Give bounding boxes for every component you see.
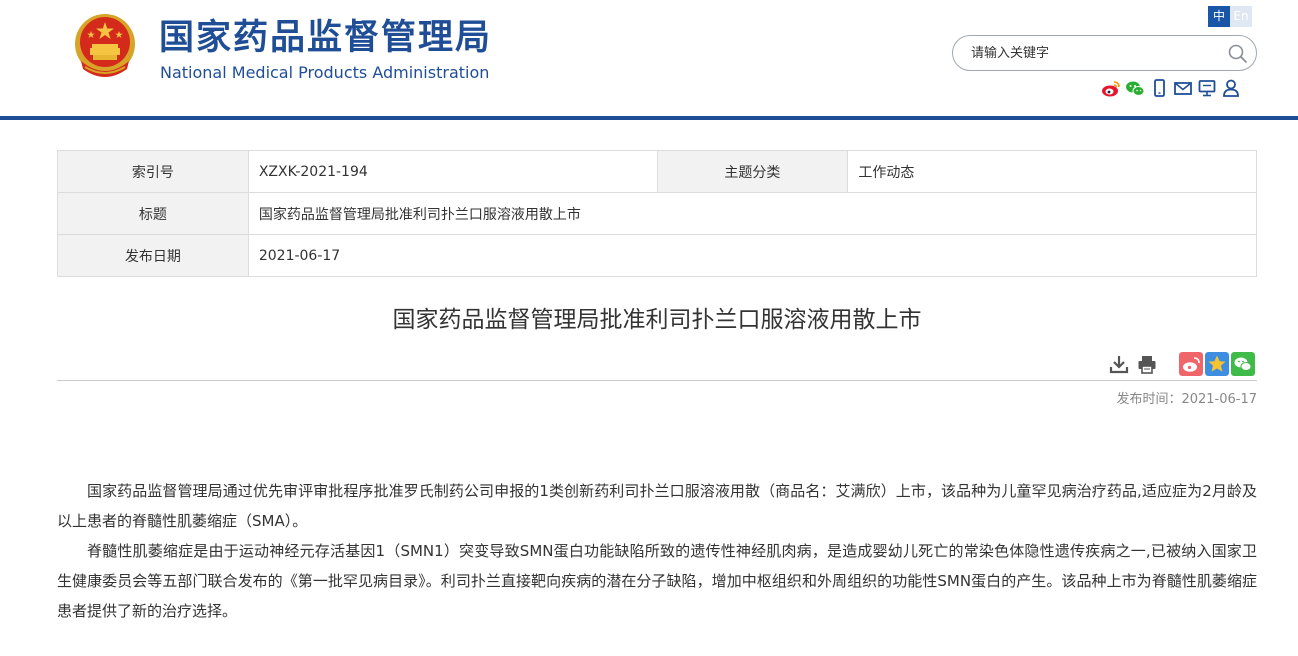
social-links [1101,77,1241,99]
title-divider [57,380,1257,381]
article-toolbar [1108,352,1255,376]
article-paragraph: 脊髓性肌萎缩症是由于运动神经元存活基因1（SMN1）突变导致SMN蛋白功能缺陷所… [57,542,1257,620]
favorite-icon[interactable] [1205,352,1229,376]
table-row: 索引号 XZXK-2021-194 主题分类 工作动态 [57,150,1257,193]
date-value: 2021-06-17 [247,234,1258,277]
print-icon[interactable] [1136,353,1158,375]
lang-en-button[interactable]: En [1230,6,1252,27]
publish-time: 发布时间：2021-06-17 [1116,392,1257,407]
mail-icon[interactable] [1173,77,1193,99]
lang-zh-button[interactable]: 中 [1208,6,1230,27]
site-title-en[interactable]: National Medical Products Administration [160,63,489,83]
mobile-icon[interactable] [1149,77,1169,99]
weibo-icon[interactable] [1101,77,1121,99]
search-icon[interactable] [1227,43,1249,65]
article-title: 国家药品监督管理局批准利司扑兰口服溶液用散上市 [392,307,922,333]
index-value: XZXK-2021-194 [247,150,658,193]
language-switcher: 中 En [1208,6,1252,27]
article-paragraph: 国家药品监督管理局通过优先审评审批程序批准罗氏制药公司申报的1类创新药利司扑兰口… [57,482,1257,530]
national-emblem-icon[interactable] [71,11,139,81]
site-title-cn[interactable]: 国家药品监督管理局 [159,17,492,59]
table-row: 发布日期 2021-06-17 [57,234,1258,277]
index-label: 索引号 [57,150,249,193]
article-body: 国家药品监督管理局通过优先审评审批程序批准罗氏制药公司申报的1类创新药利司扑兰口… [57,476,1257,626]
download-icon[interactable] [1108,353,1130,375]
weibo-share-icon[interactable] [1179,352,1203,376]
date-label: 发布日期 [57,234,249,277]
title-value: 国家药品监督管理局批准利司扑兰口服溶液用散上市 [247,192,1258,235]
header-divider [0,116,1298,120]
table-row: 标题 国家药品监督管理局批准利司扑兰口服溶液用散上市 [57,192,1258,235]
category-label: 主题分类 [656,150,849,193]
user-icon[interactable] [1221,77,1241,99]
wechat-icon[interactable] [1125,77,1145,99]
search-box [952,35,1257,71]
title-label: 标题 [57,192,249,235]
wechat-share-icon[interactable] [1231,352,1255,376]
document-info-table: 索引号 XZXK-2021-194 主题分类 工作动态 标题 国家药品监督管理局… [57,150,1258,277]
monitor-icon[interactable] [1197,77,1217,99]
site-header: 国家药品监督管理局 National Medical Products Admi… [0,0,1298,116]
category-value: 工作动态 [847,150,1257,193]
search-input[interactable] [971,43,1211,63]
